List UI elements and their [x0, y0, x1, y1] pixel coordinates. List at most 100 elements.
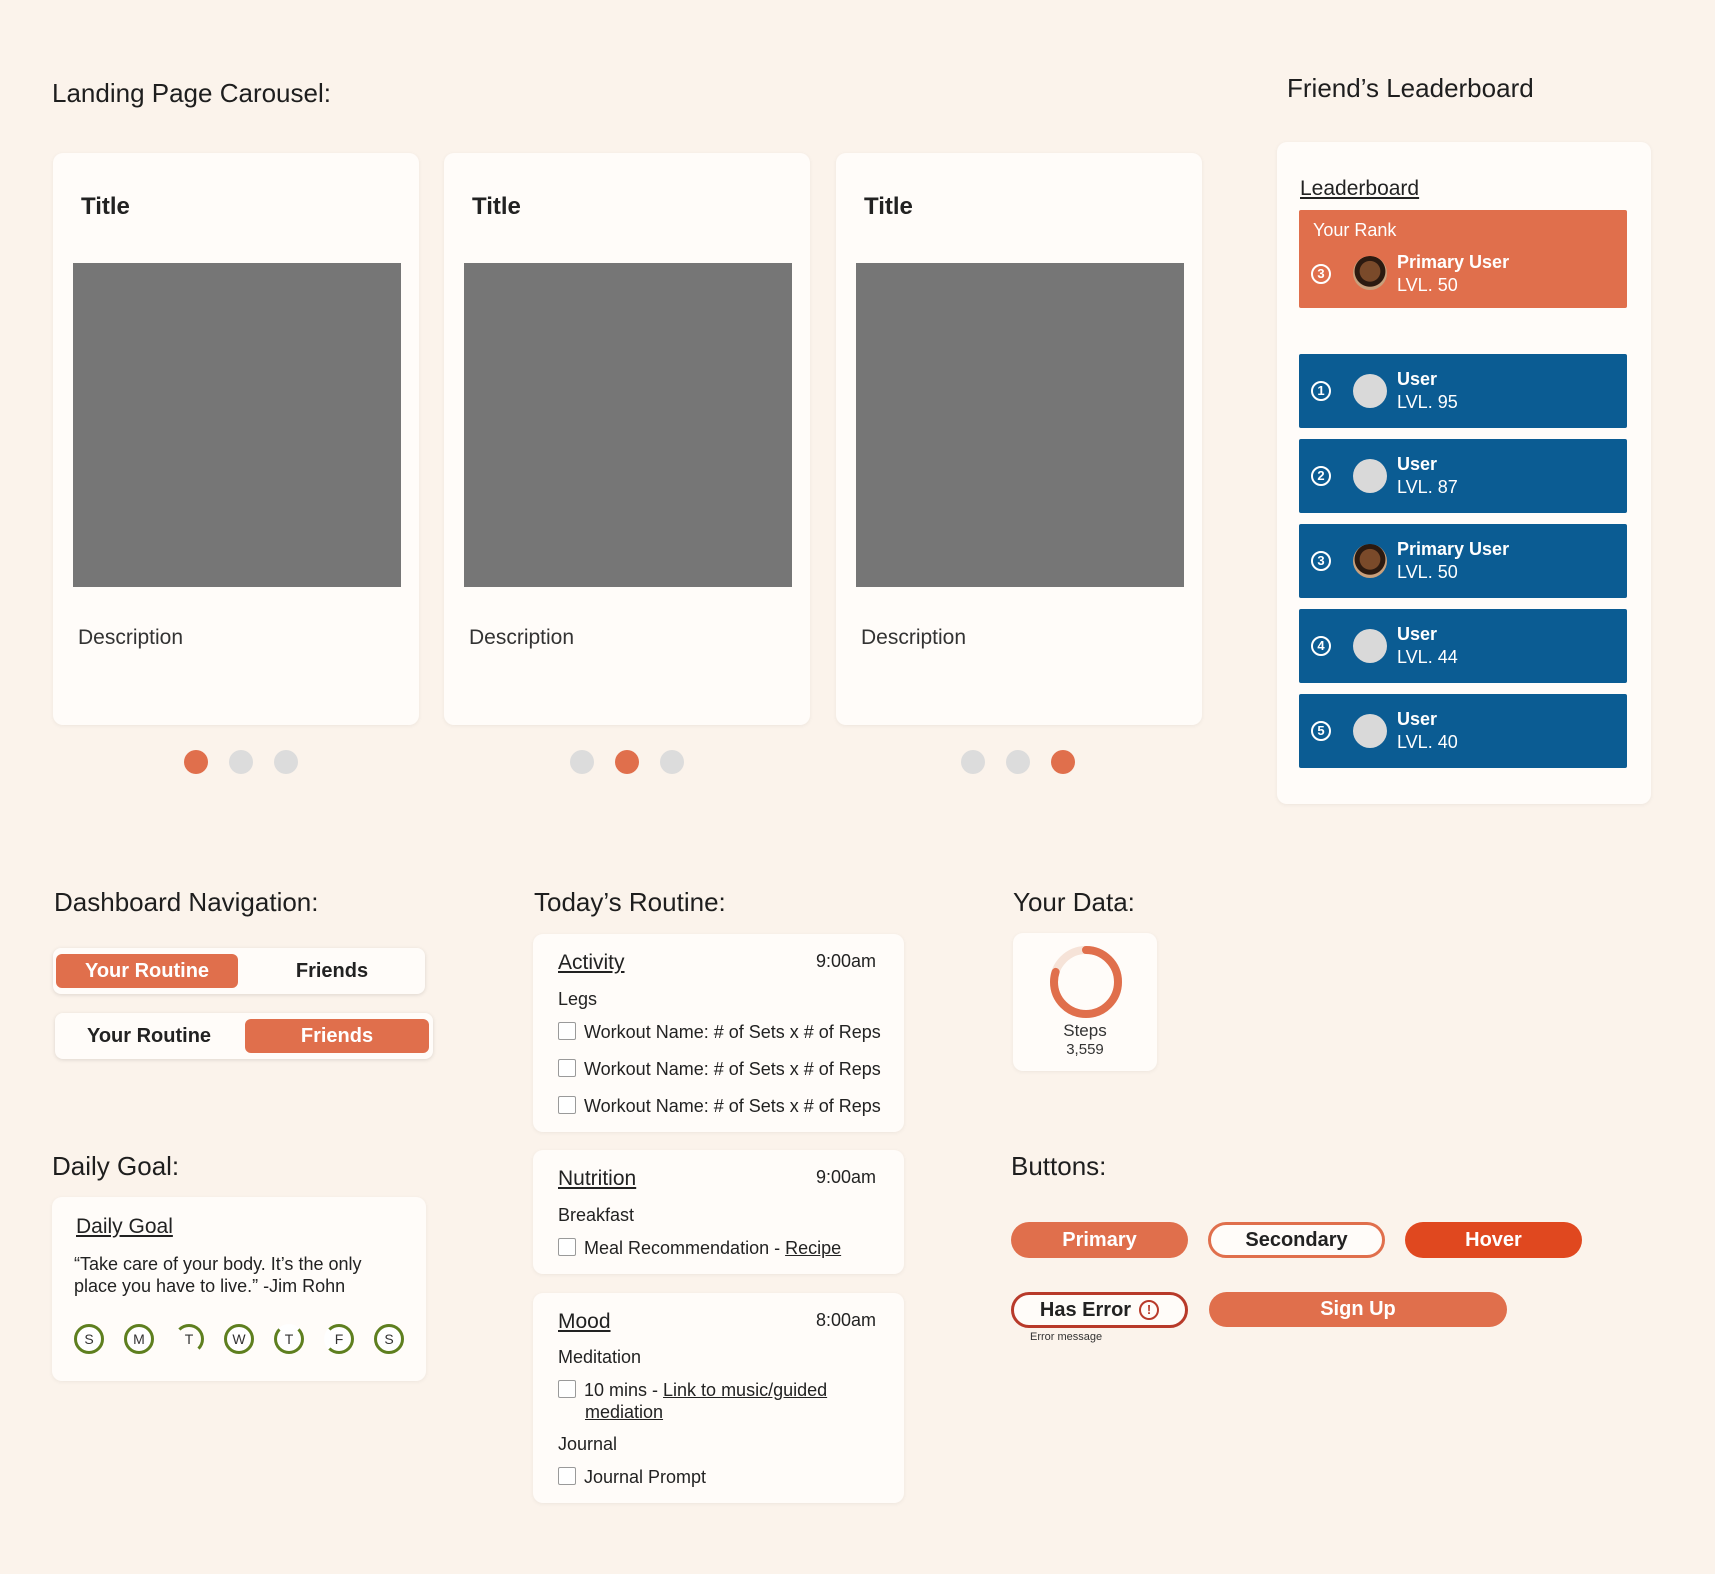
workout-item: Workout Name: # of Sets x # of Reps: [558, 1096, 881, 1117]
avatar: [1353, 629, 1387, 663]
meal-checkbox[interactable]: [558, 1238, 576, 1256]
workout-checkbox[interactable]: [558, 1022, 576, 1040]
avatar: [1353, 374, 1387, 408]
tab-your-routine[interactable]: Your Routine: [59, 1019, 239, 1053]
day-ring-saturday: S: [374, 1324, 404, 1354]
dashboard-tabs-friends-active: Your Routine Friends: [55, 1013, 433, 1059]
nutrition-time: 9:00am: [815, 1167, 876, 1187]
meditation-item: 10 mins - Link to music/guided: [558, 1380, 827, 1401]
carousel-card-description: Description: [861, 626, 967, 649]
user-level: LVL. 40: [1397, 732, 1458, 752]
carousel-dot[interactable]: [274, 750, 298, 774]
carousel-dot[interactable]: [961, 750, 985, 774]
carousel-card-description: Description: [78, 626, 184, 649]
user-level: LVL. 95: [1397, 392, 1458, 412]
nutrition-group: Breakfast: [558, 1205, 635, 1225]
your-data-section-title: Your Data:: [1013, 887, 1135, 917]
routine-activity-card: Activity 9:00am Legs Workout Name: # of …: [533, 934, 904, 1132]
carousel-dot[interactable]: [570, 750, 594, 774]
meditation-checkbox[interactable]: [558, 1380, 576, 1398]
leaderboard-row[interactable]: 2 User LVL. 87: [1299, 439, 1627, 513]
workout-checkbox[interactable]: [558, 1096, 576, 1114]
carousel-dot-active[interactable]: [615, 750, 639, 774]
user-name: User: [1397, 369, 1438, 389]
secondary-button[interactable]: Secondary: [1208, 1222, 1385, 1258]
workout-item: Workout Name: # of Sets x # of Reps: [558, 1059, 881, 1080]
meditation-link[interactable]: Link to music/guided: [663, 1380, 827, 1400]
journal-item: Journal Prompt: [558, 1467, 706, 1488]
workout-item: Workout Name: # of Sets x # of Reps: [558, 1022, 881, 1043]
activity-heading: Activity: [558, 951, 625, 974]
avatar: [1353, 256, 1387, 290]
workout-item-label: Workout Name: # of Sets x # of Reps: [584, 1059, 881, 1079]
leaderboard-card: Leaderboard Your Rank 3 Primary User LVL…: [1277, 142, 1651, 804]
user-name: Primary User: [1397, 252, 1510, 272]
routine-mood-card: Mood 8:00am Meditation 10 mins - Link to…: [533, 1293, 904, 1503]
hover-button[interactable]: Hover: [1405, 1222, 1582, 1258]
leaderboard-row[interactable]: 3 Primary User LVL. 50: [1299, 524, 1627, 598]
day-ring-wednesday: W: [224, 1324, 254, 1354]
tab-friends[interactable]: Friends: [245, 1019, 429, 1053]
mood-group-journal: Journal: [558, 1434, 618, 1454]
sign-up-button[interactable]: Sign Up: [1209, 1292, 1507, 1327]
daily-goal-quote-line1: “Take care of your body. It’s the only: [74, 1254, 362, 1274]
workout-item-label: Workout Name: # of Sets x # of Reps: [584, 1096, 881, 1116]
avatar: [1353, 714, 1387, 748]
journal-item-label: Journal Prompt: [584, 1467, 707, 1487]
user-level: LVL. 50: [1397, 275, 1458, 295]
user-level: LVL. 87: [1397, 477, 1458, 497]
error-button-label: Has Error: [1039, 1298, 1132, 1321]
day-ring-monday: M: [124, 1324, 154, 1354]
journal-checkbox[interactable]: [558, 1467, 576, 1485]
carousel-card-image: [464, 263, 792, 587]
day-ring-friday: F: [324, 1324, 354, 1354]
meditation-link-continued[interactable]: mediation: [585, 1402, 663, 1423]
leaderboard-row[interactable]: 1 User LVL. 95: [1299, 354, 1627, 428]
leaderboard-row[interactable]: 4 User LVL. 44: [1299, 609, 1627, 683]
routine-nutrition-card: Nutrition 9:00am Breakfast Meal Recommen…: [533, 1150, 904, 1274]
dashboard-tabs-routine-active: Your Routine Friends: [53, 948, 425, 994]
recipe-link[interactable]: Recipe: [785, 1238, 841, 1258]
avatar: [1353, 459, 1387, 493]
carousel-dot-active[interactable]: [1051, 750, 1075, 774]
tab-your-routine[interactable]: Your Routine: [56, 954, 238, 988]
carousel-card-3[interactable]: Title Description: [836, 153, 1202, 725]
carousel-dot[interactable]: [1006, 750, 1030, 774]
rank-number-badge: 3: [1311, 264, 1331, 284]
activity-time: 9:00am: [815, 951, 876, 971]
mood-group-meditation: Meditation: [558, 1347, 642, 1367]
dashboard-nav-section-title: Dashboard Navigation:: [54, 887, 319, 917]
steps-value: 3,559: [1066, 1041, 1104, 1058]
meditation-item-label: 10 mins -: [584, 1380, 664, 1400]
leaderboard-heading: Leaderboard: [1300, 177, 1420, 200]
carousel-card-title: Title: [472, 193, 521, 220]
your-rank-label: Your Rank: [1313, 220, 1397, 240]
meal-item: Meal Recommendation - Recipe: [558, 1238, 841, 1259]
user-level: LVL. 44: [1397, 647, 1458, 667]
tab-friends[interactable]: Friends: [243, 954, 421, 988]
user-name: Primary User: [1397, 539, 1510, 559]
carousel-dots-3: [961, 750, 1121, 774]
your-rank-panel[interactable]: Your Rank 3 Primary User LVL. 50: [1299, 210, 1627, 308]
leaderboard-section-title: Friend’s Leaderboard: [1287, 73, 1534, 103]
mood-time: 8:00am: [815, 1310, 876, 1330]
workout-checkbox[interactable]: [558, 1059, 576, 1077]
user-level: LVL. 50: [1397, 562, 1458, 582]
mood-heading: Mood: [558, 1310, 611, 1333]
primary-button[interactable]: Primary: [1011, 1222, 1188, 1258]
activity-group: Legs: [558, 989, 598, 1009]
leaderboard-row[interactable]: 5 User LVL. 40: [1299, 694, 1627, 768]
buttons-section-title: Buttons:: [1011, 1151, 1107, 1181]
rank-number-badge: 1: [1311, 381, 1331, 401]
carousel-dot[interactable]: [229, 750, 253, 774]
steps-card: Steps 3,559: [1013, 933, 1157, 1071]
error-button[interactable]: Has Error !: [1011, 1292, 1188, 1328]
carousel-card-2[interactable]: Title Description: [444, 153, 810, 725]
carousel-dot[interactable]: [660, 750, 684, 774]
carousel-dot-active[interactable]: [184, 750, 208, 774]
nutrition-heading: Nutrition: [558, 1167, 637, 1190]
rank-number-badge: 2: [1311, 466, 1331, 486]
carousel-card-1[interactable]: Title Description: [53, 153, 419, 725]
avatar: [1353, 544, 1387, 578]
daily-goal-section-title: Daily Goal:: [52, 1151, 180, 1181]
